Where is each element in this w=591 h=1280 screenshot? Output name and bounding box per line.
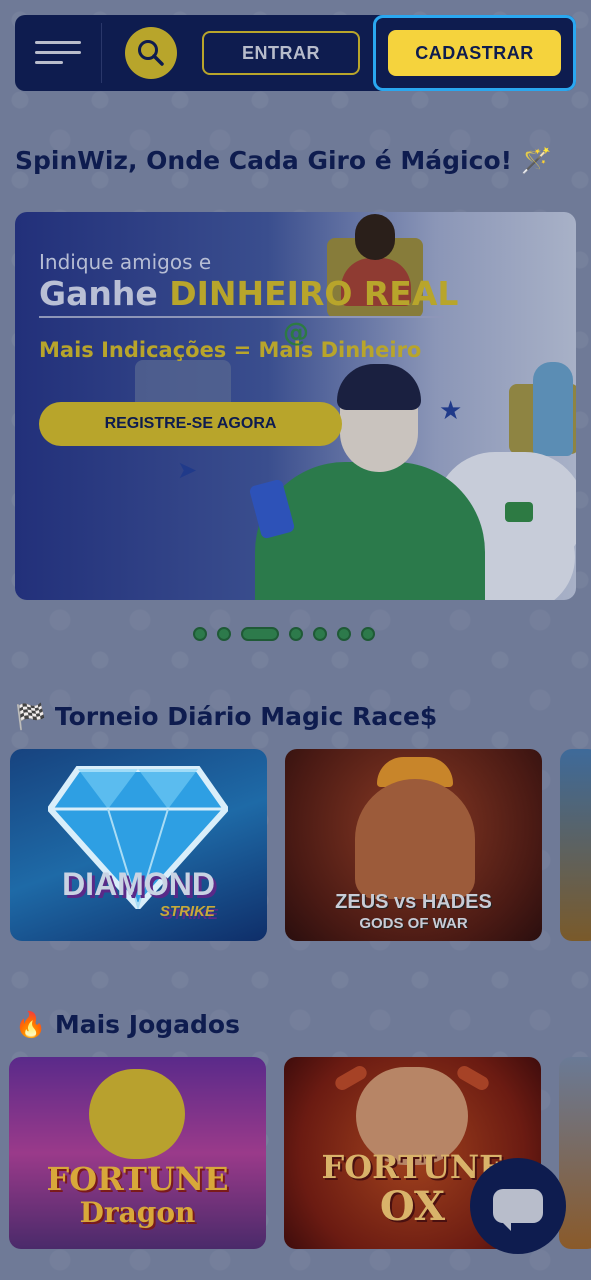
game-row-tournament: DIAMOND STRIKE ZEUS vs HADES GODS OF WAR xyxy=(10,749,591,941)
carousel-dot[interactable] xyxy=(217,627,231,641)
banner-headline-yellow: DINHEIRO REAL xyxy=(169,274,459,313)
chat-icon xyxy=(505,502,533,522)
login-button[interactable]: ENTRAR xyxy=(202,31,360,75)
carousel-dot[interactable] xyxy=(337,627,351,641)
banner-divider xyxy=(39,316,444,318)
chat-bubble-icon xyxy=(493,1189,543,1231)
carousel-dot-active[interactable] xyxy=(241,627,279,641)
game-card-fortune-dragon[interactable]: FORTUNE Dragon xyxy=(9,1057,266,1249)
section-title-tournament: 🏁 Torneio Diário Magic Race$ xyxy=(15,702,437,732)
carousel-dot[interactable] xyxy=(313,627,327,641)
game-subtitle: GODS OF WAR xyxy=(359,915,468,932)
banner-headline: Ganhe DINHEIRO REAL xyxy=(39,274,458,313)
search-button[interactable] xyxy=(125,27,177,79)
illustration-man-hair xyxy=(337,364,421,410)
register-now-button[interactable]: REGISTRE-SE AGORA xyxy=(39,402,342,446)
promo-banner[interactable]: ★ @ ➤ Indique amigos e Ganhe DINHEIRO RE… xyxy=(15,212,576,600)
section-title-text: Mais Jogados xyxy=(54,1010,240,1039)
carousel-dot[interactable] xyxy=(289,627,303,641)
top-header: ENTRAR CADASTRAR xyxy=(15,15,576,91)
chat-support-button[interactable] xyxy=(470,1158,566,1254)
carousel-dot[interactable] xyxy=(361,627,375,641)
fire-icon: 🔥 xyxy=(15,1010,47,1039)
hamburger-menu-icon[interactable] xyxy=(31,35,81,71)
search-icon xyxy=(138,40,164,66)
game-card-partial[interactable] xyxy=(560,749,591,941)
banner-headline-white: Ganhe xyxy=(39,274,170,313)
checkered-flag-icon: 🏁 xyxy=(15,702,47,731)
carousel-dots xyxy=(193,626,375,642)
section-title-most-played: 🔥 Mais Jogados xyxy=(15,1010,240,1040)
warrior-illustration xyxy=(355,779,475,899)
banner-subtitle: Mais Indicações = Mais Dinheiro xyxy=(39,338,422,362)
game-subtitle: STRIKE xyxy=(159,903,215,920)
game-title: DIAMOND xyxy=(62,866,215,902)
game-subtitle: Dragon xyxy=(79,1196,196,1229)
dragon-illustration xyxy=(89,1069,185,1159)
cursor-icon: ➤ xyxy=(177,456,198,484)
section-title-text: Torneio Diário Magic Race$ xyxy=(54,702,438,731)
illustration-person-head xyxy=(355,214,395,260)
horn-shape xyxy=(454,1063,492,1093)
illustration-person xyxy=(533,362,573,456)
banner-line1: Indique amigos e xyxy=(39,250,212,274)
register-button[interactable]: CADASTRAR xyxy=(388,30,561,76)
game-title: ZEUS vs HADES xyxy=(335,891,492,913)
tagline: SpinWiz, Onde Cada Giro é Mágico! 🪄 xyxy=(15,146,552,175)
star-icon: ★ xyxy=(439,396,463,426)
game-title: FORTUNE xyxy=(46,1160,229,1198)
register-button-highlight: CADASTRAR xyxy=(373,15,576,91)
game-card-zeus-vs-hades[interactable]: ZEUS vs HADES GODS OF WAR xyxy=(285,749,542,941)
header-divider xyxy=(101,23,102,83)
carousel-dot[interactable] xyxy=(193,627,207,641)
game-card-diamond-strike[interactable]: DIAMOND STRIKE xyxy=(10,749,267,941)
